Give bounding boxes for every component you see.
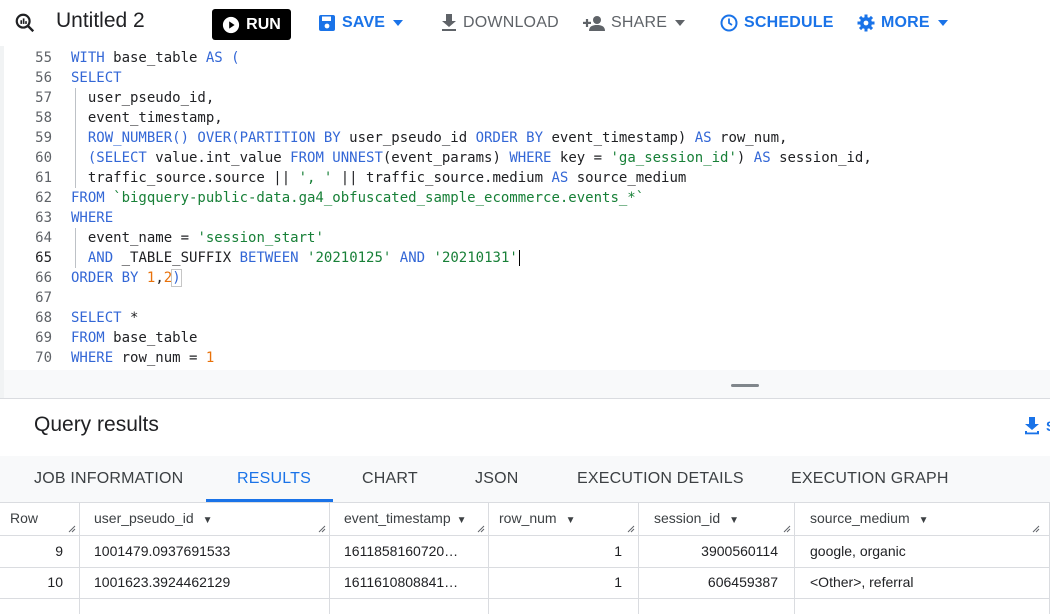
row-number-cell: 10 xyxy=(0,567,80,598)
add-person-icon xyxy=(583,16,605,31)
save-icon xyxy=(319,15,335,31)
results-header: Query results S xyxy=(0,398,1050,457)
code-line: 66 ORDER BY 1,2) xyxy=(35,269,182,287)
save-results-button[interactable]: S xyxy=(1024,417,1050,435)
tab-execution-details[interactable]: EXECUTION DETAILS xyxy=(577,470,744,488)
resize-handle-icon[interactable] xyxy=(783,525,791,533)
table-row-partial xyxy=(0,598,1050,614)
results-table: Row user_pseudo_id ▼ event_timestamp ▼ row… xyxy=(0,503,1050,614)
code-line: 61 traffic_source.source || ', ' || traf… xyxy=(35,170,687,186)
table-cell-empty xyxy=(489,598,639,614)
active-tab-indicator xyxy=(206,499,333,502)
chevron-down-icon xyxy=(937,20,948,26)
code-line: 56 SELECT xyxy=(35,70,122,86)
code-line: 62 FROM `bigquery-public-data.ga4_obfusca… xyxy=(35,190,645,206)
code-line-active: 65 AND _TABLE_SUFFIX BETWEEN '20210125' … xyxy=(35,250,520,266)
code-line: 58 event_timestamp, xyxy=(35,110,223,126)
table-cell[interactable]: <Other>, referral xyxy=(795,567,1050,598)
table-cell[interactable]: 1611610808841… xyxy=(330,567,489,598)
sort-dropdown-icon[interactable]: ▼ xyxy=(729,515,739,526)
sql-editor[interactable]: 55 WITH base_table AS ( 56 SELECT 57 user_… xyxy=(4,46,1050,370)
results-title: Query results xyxy=(34,413,159,436)
tab-job-information[interactable]: JOB INFORMATION xyxy=(34,470,183,488)
sort-dropdown-icon[interactable]: ▼ xyxy=(203,515,213,526)
row-number-cell: 9 xyxy=(0,536,80,567)
column-header-session-id[interactable]: session_id ▼ xyxy=(639,503,795,535)
schedule-button[interactable]: SCHEDULE xyxy=(720,12,834,34)
tab-results[interactable]: RESULTS xyxy=(237,470,311,488)
toolbar: Untitled 2 RUN SAVE DOWNLOAD SHARE SCHED… xyxy=(0,0,1050,46)
panel-resize-bar[interactable] xyxy=(4,370,1050,398)
sort-dropdown-icon[interactable]: ▼ xyxy=(566,515,576,526)
download-button[interactable]: DOWNLOAD xyxy=(441,12,559,34)
tab-json[interactable]: JSON xyxy=(475,470,518,488)
table-cell[interactable]: 1611858160720… xyxy=(330,536,489,567)
code-line: 68 SELECT * xyxy=(35,310,139,326)
download-icon xyxy=(1025,417,1039,435)
table-row[interactable]: 9 1001479.0937691533 1611858160720… 1 39… xyxy=(0,536,1050,568)
play-icon xyxy=(223,16,240,33)
table-cell-empty xyxy=(80,598,330,614)
more-label: MORE xyxy=(881,14,930,31)
results-tabs: JOB INFORMATION RESULTS CHART JSON EXECU… xyxy=(0,456,1050,503)
query-title[interactable]: Untitled 2 xyxy=(56,9,145,33)
query-icon xyxy=(15,13,35,33)
tab-chart[interactable]: CHART xyxy=(362,470,418,488)
table-cell-empty xyxy=(639,598,795,614)
code-line: 63 WHERE xyxy=(35,210,114,226)
code-line: 59 ROW_NUMBER() OVER(PARTITION BY user_p… xyxy=(35,130,788,146)
table-cell-empty xyxy=(0,598,80,614)
column-header-row-num[interactable]: row_num ▼ xyxy=(489,503,639,535)
code-line: 70 WHERE row_num = 1 xyxy=(35,350,215,366)
table-cell[interactable]: 1001479.0937691533 xyxy=(80,536,330,567)
resize-handle-icon[interactable] xyxy=(477,525,485,533)
table-cell-empty xyxy=(330,598,489,614)
column-header-row: Row xyxy=(0,503,80,535)
table-cell[interactable]: 606459387 xyxy=(639,567,795,598)
code-line: 60 (SELECT value.int_value FROM UNNEST(e… xyxy=(35,150,872,166)
run-label: RUN xyxy=(246,15,281,33)
save-button[interactable]: SAVE xyxy=(318,12,409,34)
resize-handle-icon[interactable] xyxy=(68,525,76,533)
table-row[interactable]: 10 1001623.3924462129 1611610808841… 1 6… xyxy=(0,567,1050,599)
table-cell[interactable]: 1001623.3924462129 xyxy=(80,567,330,598)
code-line: 64 event_name = 'session_start' xyxy=(35,230,324,246)
column-header-event-timestamp[interactable]: event_timestamp ▼ xyxy=(330,503,489,535)
table-header: Row user_pseudo_id ▼ event_timestamp ▼ row… xyxy=(0,503,1050,536)
column-header-source-medium[interactable]: source_medium ▼ xyxy=(795,503,1050,535)
save-label: SAVE xyxy=(342,14,386,31)
chevron-down-icon xyxy=(675,20,686,26)
code-line: 69 FROM base_table xyxy=(35,330,198,346)
schedule-label: SCHEDULE xyxy=(744,14,834,31)
gear-icon xyxy=(857,14,875,32)
drag-handle-icon[interactable] xyxy=(731,384,759,387)
code-line: 67 xyxy=(35,290,52,306)
code-line: 57 user_pseudo_id, xyxy=(35,90,215,106)
tab-execution-graph[interactable]: EXECUTION GRAPH xyxy=(791,470,949,488)
more-button[interactable]: MORE xyxy=(857,12,954,34)
resize-handle-icon[interactable] xyxy=(318,525,326,533)
table-cell[interactable]: 1 xyxy=(489,536,639,567)
share-button[interactable]: SHARE xyxy=(583,12,691,34)
table-cell[interactable]: google, organic xyxy=(795,536,1050,567)
table-cell-empty xyxy=(795,598,1050,614)
text-cursor xyxy=(518,250,520,266)
table-cell[interactable]: 1 xyxy=(489,567,639,598)
run-button[interactable]: RUN xyxy=(212,9,291,40)
code-line: 55 WITH base_table AS ( xyxy=(35,50,240,66)
download-icon xyxy=(442,14,456,31)
chevron-down-icon xyxy=(393,20,404,26)
column-header-user-pseudo-id[interactable]: user_pseudo_id ▼ xyxy=(80,503,330,535)
sort-dropdown-icon[interactable]: ▼ xyxy=(457,515,467,526)
sort-dropdown-icon[interactable]: ▼ xyxy=(919,515,929,526)
download-label: DOWNLOAD xyxy=(463,14,559,31)
resize-handle-icon[interactable] xyxy=(627,525,635,533)
resize-handle-icon[interactable] xyxy=(1032,525,1040,533)
clock-icon xyxy=(720,14,738,32)
table-cell[interactable]: 3900560114 xyxy=(639,536,795,567)
save-results-label: S xyxy=(1046,418,1050,434)
share-label: SHARE xyxy=(611,14,668,31)
